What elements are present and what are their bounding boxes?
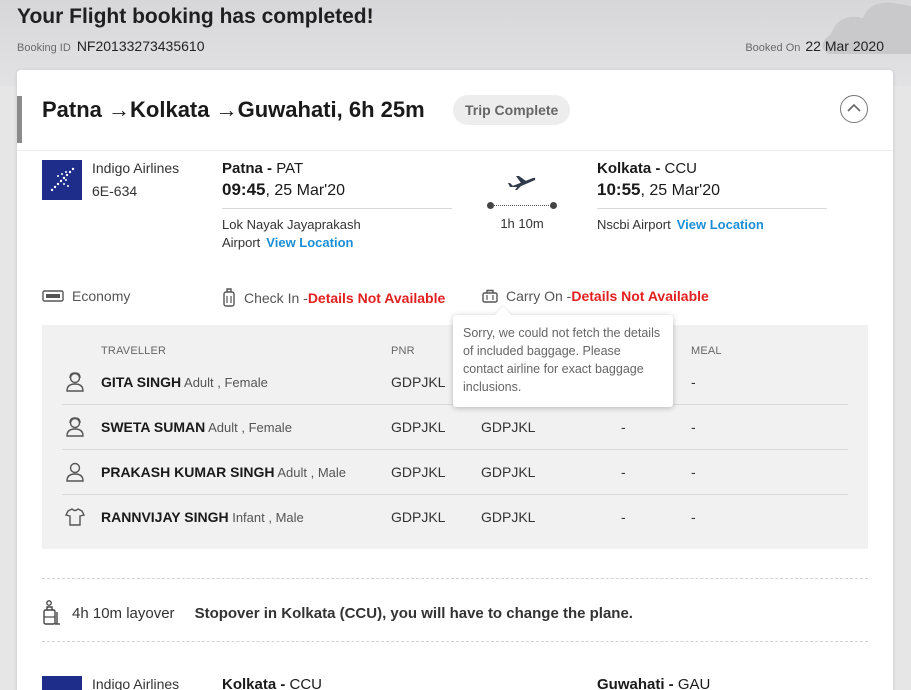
departure-datetime: 09:45, 25 Mar'20 <box>222 180 452 200</box>
trip-status-badge: Trip Complete <box>453 95 571 125</box>
route-title: Patna →Kolkata →Guwahati, 6h 25m <box>42 97 425 122</box>
arrival-info: Kolkata - CCU 10:55, 25 Mar'20 Nscbi Air… <box>597 160 827 234</box>
carry-on-label: Carry On - <box>506 288 572 304</box>
departure-city-name: Kolkata - <box>222 676 290 690</box>
seat-class-icon <box>42 289 64 303</box>
traveller-name: SWETA SUMAN Adult , Female <box>101 419 292 435</box>
airline-name: Indigo Airlines <box>92 676 180 690</box>
departure-date: , 25 Mar'20 <box>265 182 346 199</box>
check-in-label: Check In - <box>244 290 308 306</box>
arrival-airport: Nscbi Airport View Location <box>597 216 827 234</box>
carry-on-baggage: Carry On - Details Not Available <box>482 288 709 304</box>
booking-id: Booking ID NF20133273435610 <box>17 38 204 54</box>
departure-info: Kolkata - CCU <box>222 676 452 690</box>
traveller-pnr: GDPJKL <box>391 509 446 525</box>
departure-city: Kolkata - CCU <box>222 676 452 690</box>
adult-female-icon <box>64 416 86 443</box>
traveller-name: GITA SINGH Adult , Female <box>101 374 268 390</box>
table-row: RANNVIJAY SINGH Infant , Male GDPJKL GDP… <box>62 495 848 540</box>
flight-number: 6E-634 <box>92 183 138 199</box>
plane-icon <box>508 176 536 190</box>
infant-icon <box>64 506 86 533</box>
arrival-city: Kolkata - CCU <box>597 160 827 177</box>
airline-logo <box>42 160 82 200</box>
chevron-up-icon <box>847 103 861 112</box>
departure-view-location-link[interactable]: View Location <box>266 235 353 250</box>
traveller-pnr: GDPJKL <box>391 464 446 480</box>
traveller-ticket: GDPJKL <box>481 419 536 435</box>
flight-duration: 1h 10m <box>487 160 557 231</box>
traveller-ticket: GDPJKL <box>481 509 536 525</box>
traveller-pnr: GDPJKL <box>391 374 446 390</box>
departure-info: Patna - PAT 09:45, 25 Mar'20 Lok Nayak J… <box>222 160 452 252</box>
arrival-info: Guwahati - GAU <box>597 676 827 690</box>
layover-message: Stopover in Kolkata (CCU), you will have… <box>194 604 633 622</box>
header-divider <box>17 150 893 151</box>
traveller-name: PRAKASH KUMAR SINGH Adult , Male <box>101 464 346 480</box>
arrival-date: , 25 Mar'20 <box>640 182 721 199</box>
table-row: PRAKASH KUMAR SINGH Adult , Male GDPJKL … <box>62 450 848 495</box>
traveller-seat: - <box>621 419 626 435</box>
arrival-time: 10:55 <box>597 180 641 199</box>
airline-name: Indigo Airlines <box>92 160 180 176</box>
flight-duration-text: 1h 10m <box>500 216 544 231</box>
arrival-city-name: Kolkata - <box>597 160 665 177</box>
col-header-meal: MEAL <box>691 345 722 357</box>
traveller-meal: - <box>691 374 696 390</box>
carry-on-details-link[interactable]: Details Not Available <box>571 288 708 304</box>
traveller-ticket: GDPJKL <box>481 464 536 480</box>
traveller-meal: - <box>691 419 696 435</box>
airline-logo <box>42 676 82 690</box>
layover-info: 4h 10m layover Stopover in Kolkata (CCU)… <box>42 600 868 626</box>
arrival-code: GAU <box>677 676 711 690</box>
collapse-button[interactable] <box>840 95 868 123</box>
layover-divider-top <box>42 578 868 579</box>
check-in-baggage: Check In - Details Not Available <box>222 288 445 308</box>
adult-male-icon <box>64 461 86 488</box>
arrival-datetime: 10:55, 25 Mar'20 <box>597 180 827 200</box>
arrival-airport-name: Nscbi Airport <box>597 217 671 232</box>
accent-bar <box>17 96 22 143</box>
departure-divider <box>222 208 452 209</box>
cabin-class: Economy <box>42 288 130 304</box>
arrival-city: Guwahati - GAU <box>597 676 827 690</box>
page-title: Your Flight booking has completed! <box>17 5 374 28</box>
booked-on-label: Booked On <box>745 42 801 54</box>
traveller-seat: - <box>621 509 626 525</box>
layover-divider-bottom <box>42 641 868 642</box>
departure-airport: Lok Nayak Jayaprakash Airport View Locati… <box>222 216 392 252</box>
departure-city: Patna - PAT <box>222 160 452 177</box>
carry-on-bag-icon <box>482 289 498 303</box>
check-in-details-link[interactable]: Details Not Available <box>308 290 445 306</box>
traveller-name: RANNVIJAY SINGH Infant , Male <box>101 509 304 525</box>
check-in-bag-icon <box>222 288 236 308</box>
layover-duration: 4h 10m layover <box>72 604 175 622</box>
booking-id-label: Booking ID <box>17 42 71 54</box>
layover-icon <box>42 600 62 626</box>
booked-on-value: 22 Mar 2020 <box>805 38 884 54</box>
booked-on: Booked On 22 Mar 2020 <box>745 38 884 54</box>
departure-time: 09:45 <box>222 180 266 199</box>
arrival-view-location-link[interactable]: View Location <box>677 217 764 232</box>
arrival-city-name: Guwahati - <box>597 676 678 690</box>
booking-id-value: NF20133273435610 <box>76 38 205 54</box>
table-row: SWETA SUMAN Adult , Female GDPJKL GDPJKL… <box>62 405 848 450</box>
traveller-pnr: GDPJKL <box>391 419 446 435</box>
flight-path-line <box>487 201 557 211</box>
col-header-traveller: TRAVELLER <box>101 345 167 357</box>
baggage-tooltip: Sorry, we could not fetch the details of… <box>453 315 673 407</box>
departure-code: PAT <box>276 160 304 177</box>
traveller-seat: - <box>621 464 626 480</box>
adult-female-icon <box>64 371 86 398</box>
departure-city-name: Patna - <box>222 160 277 177</box>
arrival-code: CCU <box>664 160 698 177</box>
traveller-meal: - <box>691 464 696 480</box>
traveller-meal: - <box>691 509 696 525</box>
departure-code: CCU <box>289 676 323 690</box>
col-header-pnr: PNR <box>391 345 415 357</box>
cabin-class-text: Economy <box>72 288 131 304</box>
arrival-divider <box>597 208 827 209</box>
